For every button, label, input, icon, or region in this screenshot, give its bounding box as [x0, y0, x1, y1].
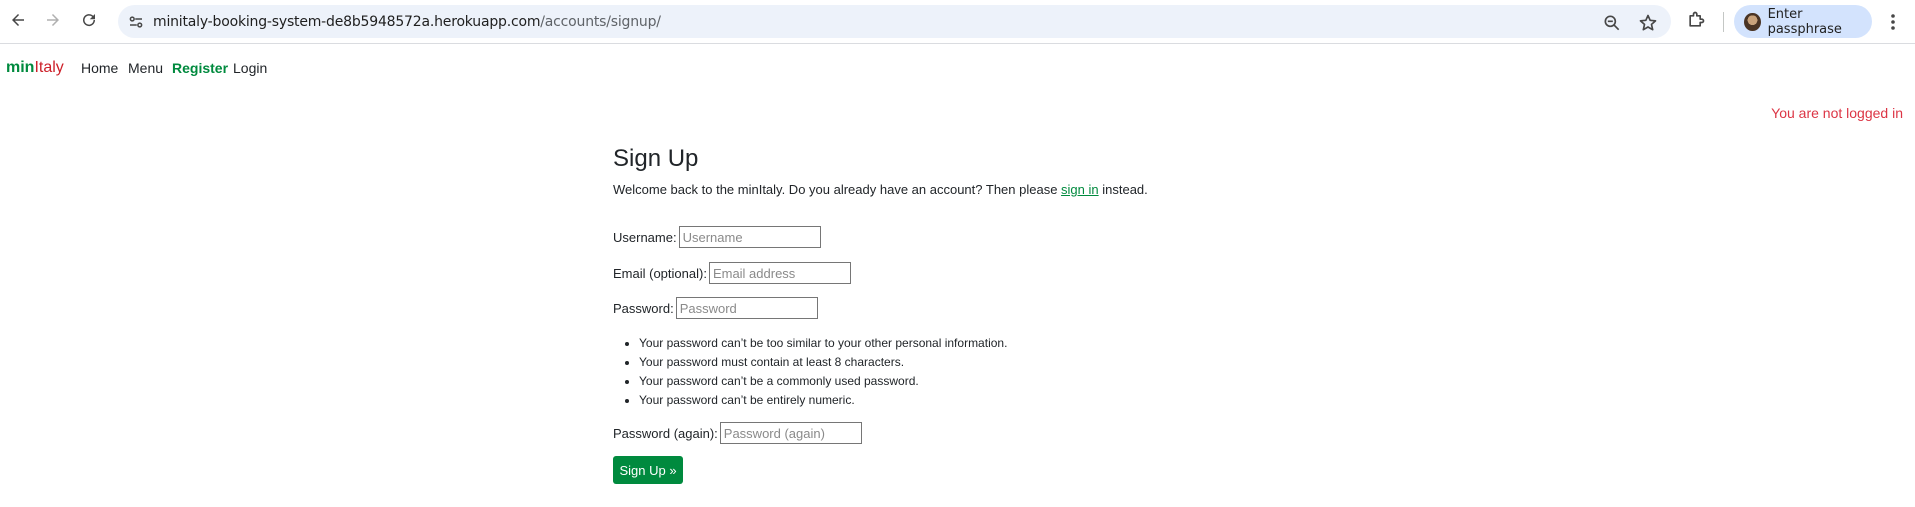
email-row: Email (optional):: [613, 262, 851, 284]
more-menu-icon[interactable]: [1885, 10, 1901, 34]
password-help-list: Your password can’t be too similar to yo…: [639, 334, 1007, 410]
nav-register[interactable]: Register: [172, 60, 228, 76]
sign-in-link[interactable]: sign in: [1061, 182, 1099, 197]
list-item: Your password can’t be too similar to yo…: [639, 334, 1007, 353]
extensions-icon[interactable]: [1686, 10, 1706, 30]
site-navbar: minItaly Home Menu Register Login: [0, 45, 1915, 89]
password2-input[interactable]: [719, 422, 862, 444]
nav-login[interactable]: Login: [233, 60, 267, 76]
profile-button[interactable]: Enter passphrase: [1734, 5, 1872, 38]
zoom-icon[interactable]: [1602, 13, 1622, 33]
password-label: Password:: [613, 300, 674, 316]
list-item: Your password can’t be entirely numeric.: [639, 391, 1007, 410]
password-input[interactable]: [675, 297, 818, 319]
username-row: Username:: [613, 226, 821, 248]
password2-label: Password (again):: [613, 425, 718, 441]
username-input[interactable]: [678, 226, 821, 248]
list-item: Your password must contain at least 8 ch…: [639, 353, 1007, 372]
sign-up-button[interactable]: Sign Up »: [613, 456, 683, 484]
toolbar-divider: [1723, 12, 1724, 32]
page-title: Sign Up: [613, 145, 699, 172]
nav-menu[interactable]: Menu: [128, 60, 163, 76]
nav-home[interactable]: Home: [81, 60, 118, 76]
back-icon[interactable]: [6, 8, 30, 32]
browser-toolbar: minitaly-booking-system-de8b5948572a.her…: [0, 0, 1915, 44]
forward-icon[interactable]: [41, 8, 65, 32]
reload-icon[interactable]: [77, 8, 101, 32]
password2-row: Password (again):: [613, 422, 862, 444]
list-item: Your password can’t be a commonly used p…: [639, 372, 1007, 391]
login-status: You are not logged in: [1771, 105, 1903, 121]
address-bar[interactable]: minitaly-booking-system-de8b5948572a.her…: [118, 5, 1671, 38]
intro-text: Welcome back to the minItaly. Do you alr…: [613, 182, 1148, 197]
password-row: Password:: [613, 297, 818, 319]
username-label: Username:: [613, 229, 677, 245]
site-info-icon[interactable]: [127, 13, 145, 31]
signup-section: Sign Up Welcome back to the minItaly. Do…: [613, 145, 1313, 484]
bookmark-star-icon[interactable]: [1638, 13, 1658, 33]
avatar: [1744, 12, 1761, 31]
email-label: Email (optional):: [613, 265, 707, 281]
url-text[interactable]: minitaly-booking-system-de8b5948572a.her…: [153, 14, 661, 30]
profile-label: Enter passphrase: [1767, 6, 1842, 37]
email-input[interactable]: [708, 262, 851, 284]
brand-logo[interactable]: minItaly: [6, 59, 64, 77]
